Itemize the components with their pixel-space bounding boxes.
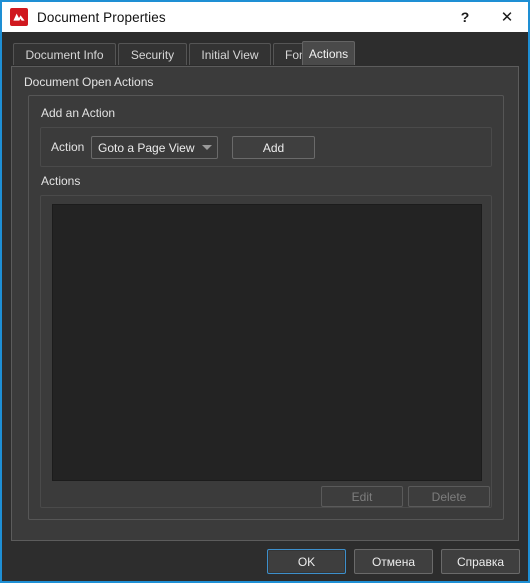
- add-action-button[interactable]: Add: [232, 136, 315, 159]
- actions-listbox[interactable]: [52, 204, 482, 481]
- chevron-down-icon: [197, 145, 217, 150]
- cancel-button[interactable]: Отмена: [354, 549, 433, 574]
- tab-security[interactable]: Security: [118, 43, 187, 65]
- delete-action-button[interactable]: Delete: [408, 486, 490, 507]
- actions-list-label: Actions: [41, 174, 81, 188]
- app-icon: [10, 8, 28, 26]
- edit-action-button[interactable]: Edit: [321, 486, 403, 507]
- ok-button[interactable]: OK: [267, 549, 346, 574]
- dialog-footer: OK Отмена Справка: [2, 541, 528, 579]
- group-label: Add an Action: [41, 106, 116, 120]
- action-type-dropdown[interactable]: Goto a Page View: [91, 136, 218, 159]
- tab-actions[interactable]: Actions: [302, 41, 355, 65]
- action-label: Action: [51, 140, 85, 154]
- action-type-value: Goto a Page View: [98, 140, 195, 155]
- action-row-panel: Action Goto a Page View Add: [40, 127, 492, 167]
- help-button[interactable]: Справка: [441, 549, 520, 574]
- tab-page-actions: Document Open Actions Add an Action Acti…: [11, 66, 519, 541]
- tab-document-info[interactable]: Document Info: [13, 43, 116, 65]
- tab-initial-view[interactable]: Initial View: [189, 43, 271, 65]
- section-title: Document Open Actions: [24, 75, 154, 89]
- close-icon[interactable]: ✕: [486, 2, 528, 32]
- tab-strip: Document Info Security Initial View Font…: [2, 32, 528, 65]
- document-properties-dialog: Document Properties ? ✕ Document Info Se…: [0, 0, 530, 583]
- title-bar: Document Properties ? ✕: [2, 0, 528, 32]
- actions-list-panel: Edit Delete: [40, 195, 492, 508]
- add-an-action-group: Add an Action Action Goto a Page View Ad…: [28, 95, 504, 520]
- window-title: Document Properties: [37, 9, 166, 25]
- help-icon[interactable]: ?: [444, 2, 486, 32]
